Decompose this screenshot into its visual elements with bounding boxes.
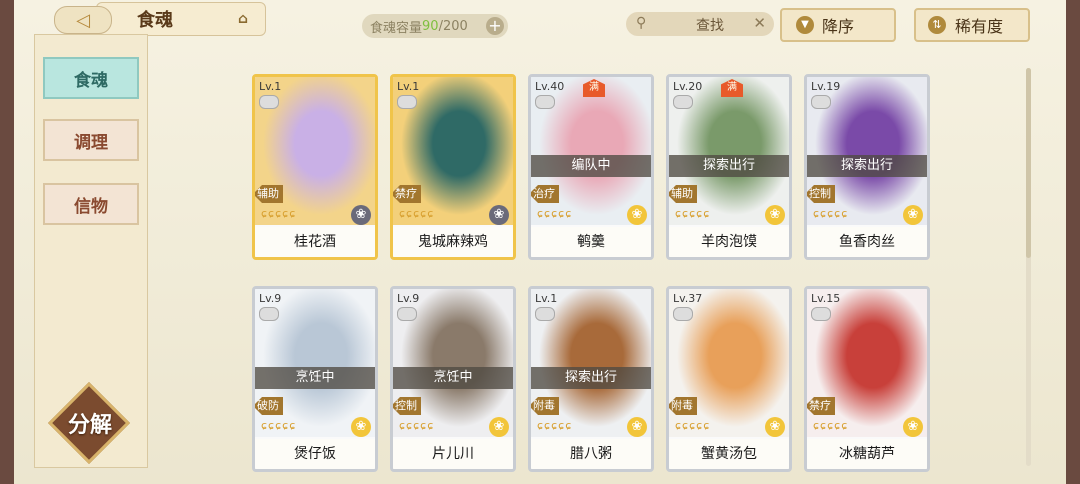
card-name: 冰糖葫芦: [807, 439, 927, 469]
clear-search-icon[interactable]: ✕: [753, 14, 766, 32]
skill-flame-icons: ɕɕɕɕɕ: [399, 419, 435, 432]
card-level: Lv.19: [811, 80, 841, 93]
rarity-filter-label: 稀有度: [954, 17, 1003, 36]
lock-toggle-icon: [811, 307, 831, 321]
card-name: 腊八粥: [531, 439, 651, 469]
card-status-banner: 探索出行: [669, 155, 789, 177]
card-name: 鬼城麻辣鸡: [393, 227, 513, 257]
lock-toggle-icon: [811, 95, 831, 109]
food-soul-card[interactable]: Lv.40 满编队中 治疗 ɕɕɕɕɕ ❀ 鹌羹: [528, 74, 654, 260]
skill-flame-icons: ɕɕɕɕɕ: [813, 419, 849, 432]
card-level: Lv.37: [673, 292, 703, 305]
rarity-flower-icon: ❀: [903, 205, 923, 225]
card-status-banner: 探索出行: [807, 155, 927, 177]
capacity-indicator: 食魂容量 90 /200 +: [362, 14, 508, 38]
food-soul-card[interactable]: Lv.1 探索出行 附毒 ɕɕɕɕɕ ❀ 腊八粥: [528, 286, 654, 472]
food-soul-card[interactable]: Lv.9 烹饪中 控制 ɕɕɕɕɕ ❀ 片儿川: [390, 286, 516, 472]
capacity-current: 90: [422, 18, 439, 34]
rarity-flower-icon: ❀: [903, 417, 923, 437]
rarity-flower-icon: ❀: [765, 205, 785, 225]
sidebar-item-seasoning[interactable]: 调理: [43, 119, 139, 161]
lock-toggle-icon: [535, 95, 555, 109]
skill-flame-icons: ɕɕɕɕɕ: [675, 419, 711, 432]
card-name: 桂花酒: [255, 227, 375, 257]
scrollbar-thumb[interactable]: [1026, 68, 1031, 258]
back-arrow-icon: ◁: [76, 9, 90, 31]
rarity-filter-button[interactable]: ⇅ 稀有度: [914, 8, 1030, 42]
food-soul-card[interactable]: Lv.9 烹饪中 破防 ɕɕɕɕɕ ❀ 煲仔饭: [252, 286, 378, 472]
capacity-label: 食魂容量: [370, 20, 423, 36]
lock-toggle-icon: [397, 95, 417, 109]
lock-toggle-icon: [673, 307, 693, 321]
decompose-label: 分解: [67, 413, 112, 438]
sidebar-item-token[interactable]: 信物: [43, 183, 139, 225]
lock-toggle-icon: [397, 307, 417, 321]
search-icon: ⚲: [636, 15, 647, 31]
card-level: Lv.1: [259, 80, 282, 93]
skill-flame-icons: ɕɕɕɕɕ: [261, 419, 297, 432]
card-level: Lv.40: [535, 80, 565, 93]
rarity-flower-icon: ❀: [765, 417, 785, 437]
card-name: 片儿川: [393, 439, 513, 469]
scrollbar[interactable]: [1026, 68, 1031, 466]
page-title-tab: 食魂 ⌂: [96, 2, 266, 36]
card-name: 鱼香肉丝: [807, 227, 927, 257]
sidebar-item-food-soul[interactable]: 食魂: [43, 57, 139, 99]
sort-order-button[interactable]: ▼ 降序: [780, 8, 896, 42]
card-name: 鹌羹: [531, 227, 651, 257]
card-level: Lv.1: [397, 80, 420, 93]
food-soul-card[interactable]: Lv.1 辅助 ɕɕɕɕɕ ❀ 桂花酒: [252, 74, 378, 260]
sidebar-item-label: 食魂: [74, 70, 108, 91]
rarity-flower-icon: ❀: [627, 205, 647, 225]
food-soul-card[interactable]: Lv.1 禁疗 ɕɕɕɕɕ ❀ 鬼城麻辣鸡: [390, 74, 516, 260]
sidebar-item-label: 调理: [74, 132, 108, 153]
sort-order-label: 降序: [821, 17, 854, 36]
capacity-max: /200: [438, 18, 468, 34]
skill-flame-icons: ɕɕɕɕɕ: [537, 419, 573, 432]
card-level: Lv.20: [673, 80, 703, 93]
card-level: Lv.1: [535, 292, 558, 305]
filter-icon: ⇅: [928, 16, 946, 34]
search-label: 查找: [696, 18, 724, 34]
card-status-banner: 烹饪中: [255, 367, 375, 389]
skill-flame-icons: ɕɕɕɕɕ: [399, 207, 435, 220]
food-soul-card[interactable]: Lv.19 探索出行 控制 ɕɕɕɕɕ ❀ 鱼香肉丝: [804, 74, 930, 260]
lock-toggle-icon: [673, 95, 693, 109]
card-name: 蟹黄汤包: [669, 439, 789, 469]
card-level: Lv.9: [259, 292, 282, 305]
left-frame-border: [0, 0, 14, 484]
card-status-banner: 编队中: [531, 155, 651, 177]
food-soul-card[interactable]: Lv.15 禁疗 ɕɕɕɕɕ ❀ 冰糖葫芦: [804, 286, 930, 472]
skill-flame-icons: ɕɕɕɕɕ: [813, 207, 849, 220]
search-bar[interactable]: ⚲ 查找 ✕: [626, 12, 774, 36]
sidebar-item-label: 信物: [74, 196, 108, 217]
card-level: Lv.9: [397, 292, 420, 305]
top-bar: 食魂 ⌂ ◁ 食魂容量 90 /200 + ⚲ 查找 ✕ ▼ 降序 ⇅ 稀有度: [14, 0, 1066, 48]
sort-down-icon: ▼: [796, 16, 814, 34]
card-name: 羊肉泡馍: [669, 227, 789, 257]
skill-flame-icons: ɕɕɕɕɕ: [537, 207, 573, 220]
lock-toggle-icon: [259, 307, 279, 321]
back-button[interactable]: ◁: [54, 6, 112, 34]
skill-flame-icons: ɕɕɕɕɕ: [675, 207, 711, 220]
food-soul-card[interactable]: Lv.37 附毒 ɕɕɕɕɕ ❀ 蟹黄汤包: [666, 286, 792, 472]
lock-toggle-icon: [535, 307, 555, 321]
skill-flame-icons: ɕɕɕɕɕ: [261, 207, 297, 220]
rarity-flower-icon: ❀: [489, 205, 509, 225]
rarity-flower-icon: ❀: [351, 205, 371, 225]
lock-toggle-icon: [259, 95, 279, 109]
decompose-button[interactable]: 分解: [47, 381, 131, 465]
home-icon[interactable]: ⌂: [233, 11, 253, 27]
card-level: Lv.15: [811, 292, 841, 305]
right-frame-border: [1066, 0, 1080, 484]
rarity-flower-icon: ❀: [489, 417, 509, 437]
card-status-banner: 烹饪中: [393, 367, 513, 389]
card-name: 煲仔饭: [255, 439, 375, 469]
food-soul-card[interactable]: Lv.20 满探索出行 辅助 ɕɕɕɕɕ ❀ 羊肉泡馍: [666, 74, 792, 260]
rarity-flower-icon: ❀: [627, 417, 647, 437]
page-title: 食魂: [137, 10, 173, 31]
card-status-banner: 探索出行: [531, 367, 651, 389]
capacity-add-button[interactable]: +: [486, 17, 504, 35]
rarity-flower-icon: ❀: [351, 417, 371, 437]
